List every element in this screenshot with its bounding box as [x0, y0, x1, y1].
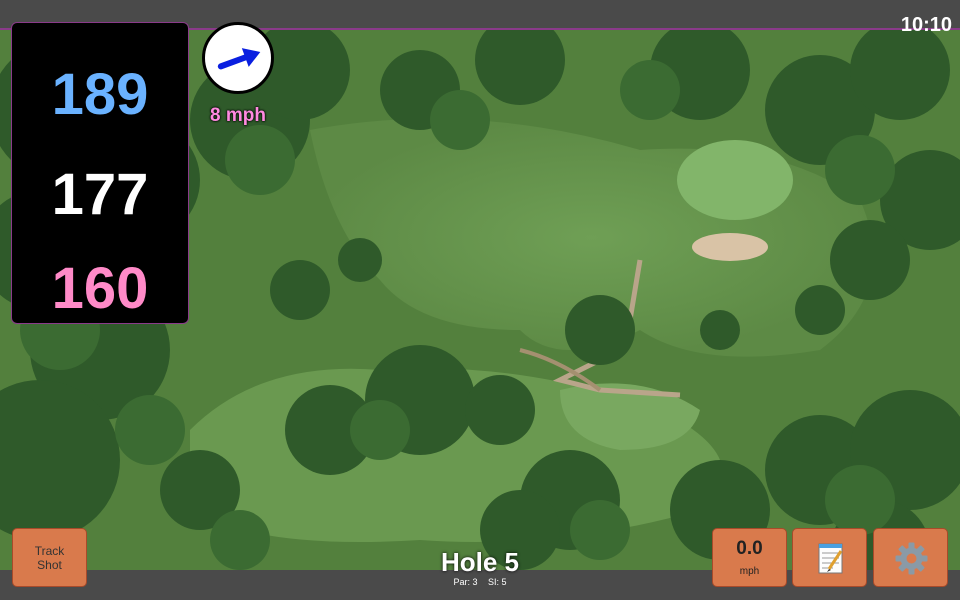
track-shot-button[interactable]: Track Shot — [12, 528, 87, 587]
notes-button[interactable] — [792, 528, 867, 587]
speed-value: 0.0 — [736, 538, 763, 559]
hole-info: Par: 3 SI: 5 — [380, 577, 580, 587]
hole-stroke-index: SI: 5 — [488, 577, 507, 587]
back-yardage: 189 — [51, 62, 149, 127]
track-shot-label-line2: Shot — [37, 557, 62, 572]
track-shot-label-line1: Track — [34, 543, 65, 558]
hole-title: Hole 5 — [440, 547, 520, 577]
speed-button[interactable]: 0.0 mph — [712, 528, 787, 587]
hole-par: Par: 3 — [453, 577, 478, 587]
settings-button[interactable] — [873, 528, 948, 587]
clock-time: 10:10 — [900, 14, 952, 36]
speed-unit: mph — [739, 566, 760, 577]
gear-icon — [895, 542, 928, 575]
middle-yardage: 177 — [51, 162, 149, 227]
wind-arrow-icon — [217, 48, 261, 70]
wind-speed-label: 8 mph — [210, 105, 266, 126]
yardage-panel[interactable]: 189 177 160 — [11, 22, 189, 324]
front-yardage: 160 — [51, 256, 149, 321]
notepad-icon — [818, 543, 843, 574]
wind-direction-dial — [202, 22, 274, 94]
